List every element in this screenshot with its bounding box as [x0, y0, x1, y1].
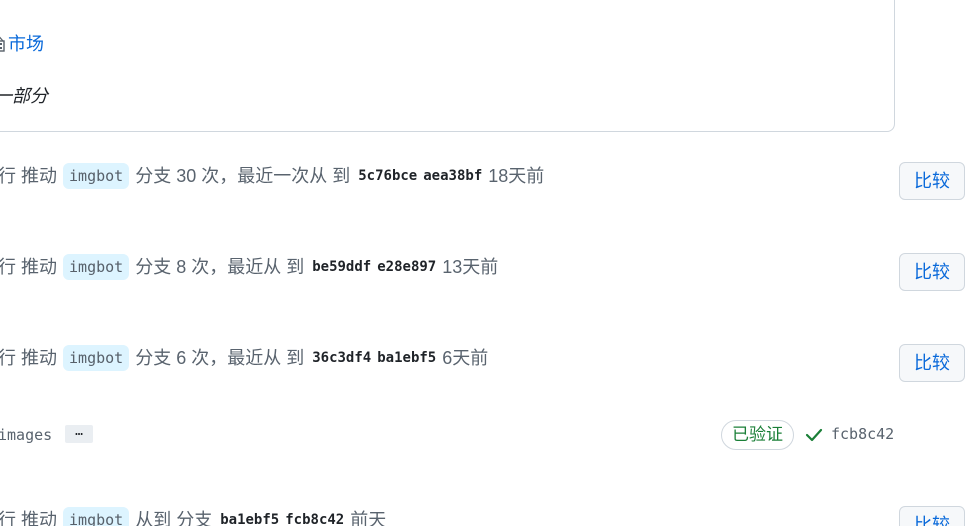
expand-message-button[interactable]: … [65, 425, 93, 443]
commit-sha-from[interactable]: ba1ebf5 [220, 505, 279, 526]
relative-time: 18天前 [488, 166, 545, 186]
push-summary: 从到 分支 [135, 510, 213, 526]
commit-sha-to[interactable]: ba1ebf5 [377, 343, 436, 373]
branch-label[interactable]: imgbot [63, 345, 130, 371]
push-prefix: 行 推动 [0, 510, 58, 526]
relative-time: 6天前 [442, 348, 489, 368]
compare-button[interactable]: 比较 [899, 162, 965, 200]
branch-label[interactable]: imgbot [63, 254, 130, 280]
push-prefix: 行 推动 [0, 257, 58, 277]
commit-sha-from[interactable]: 36c3df4 [312, 343, 371, 373]
activity-page: 市场 一部分 行 推动 imgbot 分支 30 次，最近一次从 到 5c76b… [0, 0, 965, 526]
part-text: 一部分 [0, 86, 48, 106]
push-event-row: 行 推动 imgbot 分支 8 次，最近从 到 be59ddf e28e897… [0, 252, 896, 282]
push-summary: 分支 6 次，最近从 到 [135, 348, 305, 368]
compare-button[interactable]: 比较 [899, 344, 965, 382]
commit-sha-link[interactable]: fcb8c42 [831, 425, 894, 443]
branch-label[interactable]: imgbot [63, 507, 130, 526]
push-event-row: 行 推动 imgbot 分支 6 次，最近从 到 36c3df4 ba1ebf5… [0, 343, 896, 373]
relative-time: 前天 [350, 510, 387, 526]
commit-sha-to[interactable]: aea38bf [423, 161, 482, 191]
building-icon [0, 36, 6, 52]
commit-sha-to[interactable]: e28e897 [377, 252, 436, 282]
marketplace-link[interactable]: 市场 [8, 32, 44, 56]
push-prefix: 行 推动 [0, 348, 58, 368]
commit-message[interactable]: images [0, 426, 52, 444]
compare-button[interactable]: 比较 [899, 253, 965, 291]
push-summary: 分支 30 次，最近一次从 到 [135, 166, 351, 186]
check-icon [804, 426, 824, 444]
push-prefix: 行 推动 [0, 166, 58, 186]
verified-badge[interactable]: 已验证 [721, 420, 794, 450]
compare-button[interactable]: 比较 [899, 506, 965, 526]
commit-row: images … 已验证 fcb8c42 [0, 420, 895, 452]
commit-sha-to[interactable]: fcb8c42 [285, 505, 344, 526]
push-summary: 分支 8 次，最近从 到 [135, 257, 305, 277]
commit-sha-from[interactable]: be59ddf [312, 252, 371, 282]
relative-time: 13天前 [442, 257, 499, 277]
market-row: 市场 [0, 32, 44, 56]
push-event-row: 行 推动 imgbot 从到 分支 ba1ebf5 fcb8c42 前天 [0, 505, 896, 526]
branch-label[interactable]: imgbot [63, 163, 130, 189]
commit-sha-from[interactable]: 5c76bce [358, 161, 417, 191]
release-card [0, 0, 895, 132]
push-event-row: 行 推动 imgbot 分支 30 次，最近一次从 到 5c76bce aea3… [0, 161, 896, 191]
